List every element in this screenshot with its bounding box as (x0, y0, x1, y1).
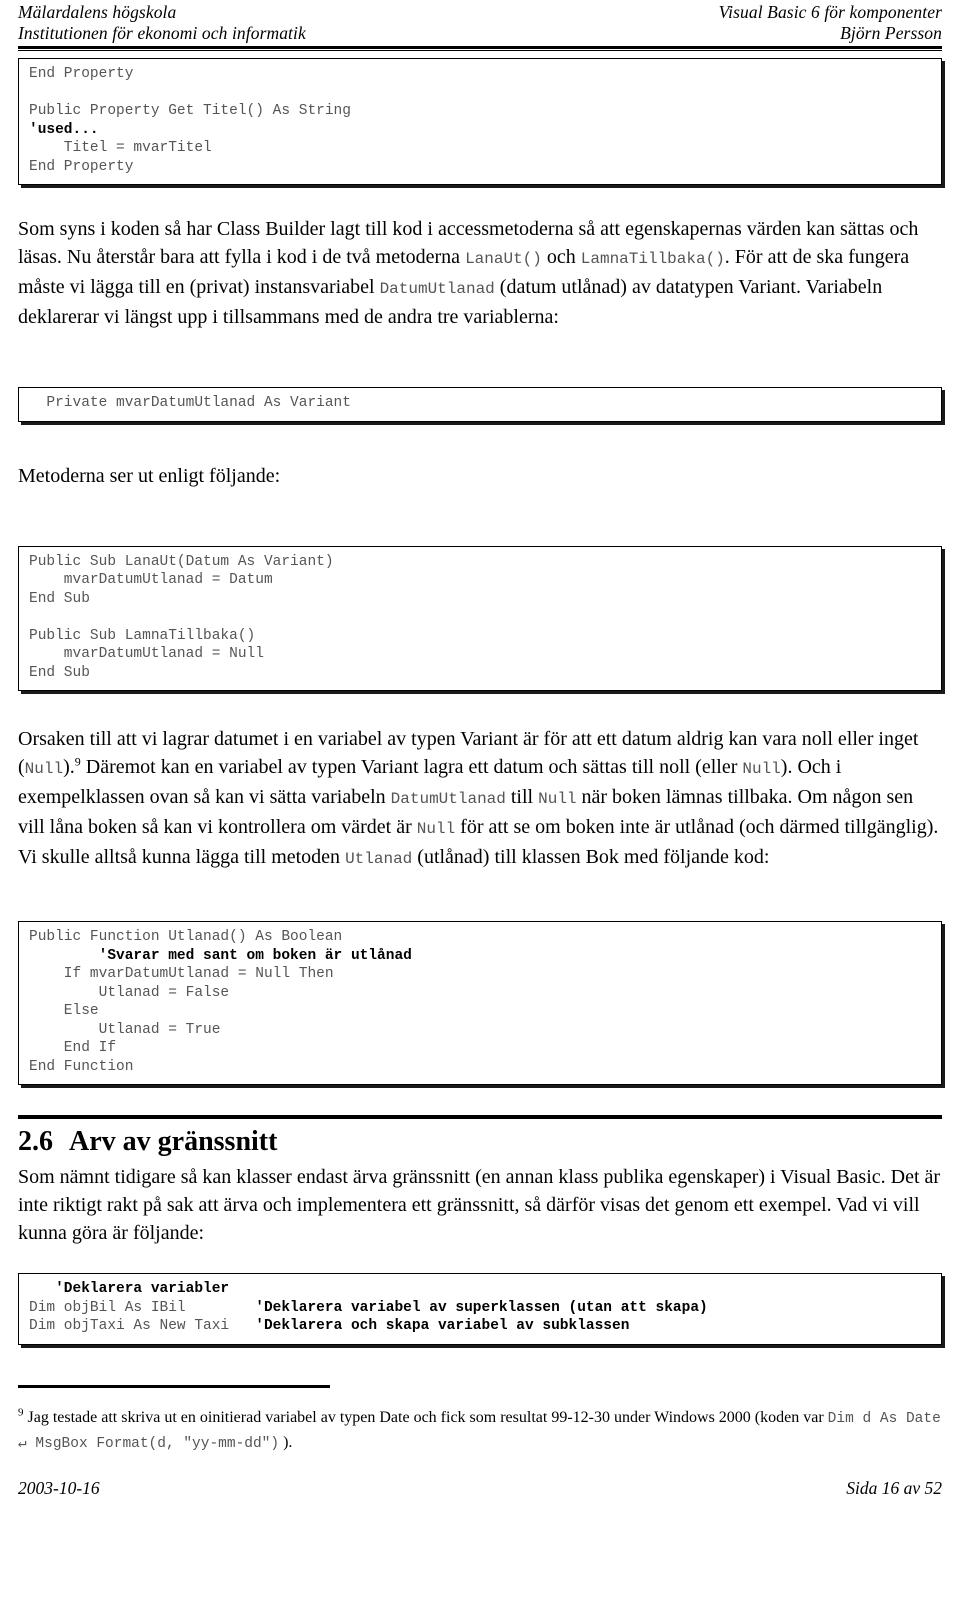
paragraph-3-part-c: Däremot kan en variabel av typen Variant… (80, 756, 743, 778)
code-block-private-variable-text: Private mvarDatumUtlanad As Variant (29, 395, 351, 411)
section-title: Arv av gränssnitt (69, 1126, 278, 1157)
paragraph-3-part-h: (utlånad) till klassen Bok med följande … (412, 846, 770, 868)
footnote-text-b: ). (279, 1433, 293, 1451)
code-block-lanaut-lamnatillbaka-text: Public Sub LanaUt(Datum As Variant) mvar… (29, 553, 334, 681)
footnote-text-a: Jag testade att skriva ut en oinitierad … (23, 1408, 828, 1426)
code-line-dim-objbil: Dim objBil As IBil (29, 1299, 256, 1316)
inline-code-null-4: Null (416, 820, 456, 838)
paragraph-class-builder: Som syns i koden så har Class Builder la… (18, 215, 942, 331)
paragraph-arv-gransnitt: Som nämnt tidigare så kan klasser endast… (18, 1166, 941, 1244)
code-block-deklarera-variabler: 'Deklarera variabler Dim objBil As IBil … (18, 1273, 942, 1345)
footer-date: 2003-10-16 (18, 1477, 100, 1498)
paragraph-metoderna: Metoderna ser ut enligt följande: (18, 464, 281, 487)
code-line-group-a: End Property Public Property Get Titel()… (29, 66, 351, 119)
footer-page-number: Sida 16 av 52 (846, 1477, 942, 1498)
inline-code-utlanad: Utlanad (345, 850, 413, 868)
page-footer: 2003-10-16 Sida 16 av 52 (18, 1478, 942, 1499)
code-block-deklarera-variabler-text: 'Deklarera variabler Dim objBil As IBil … (29, 1280, 931, 1336)
code-block-utlanad-function: Public Function Utlanad() As Boolean 'Sv… (18, 921, 942, 1085)
code-line-utlanad-signature: Public Function Utlanad() As Boolean (29, 929, 343, 945)
inline-code-null-2: Null (742, 760, 781, 778)
section-number: 2.6 (18, 1126, 53, 1157)
header-document-title: Visual Basic 6 för komponenter (718, 2, 942, 22)
code-comment-superklassen: 'Deklarera variabel av superklassen (uta… (255, 1299, 708, 1316)
paragraph-3-part-e: till (505, 786, 539, 808)
page-title: 2.6 Arv av gränssnitt (18, 1125, 942, 1159)
header-department-name: Institutionen för ekonomi och informatik (18, 23, 306, 43)
code-comment-subklassen: 'Deklarera och skapa variabel av subklas… (255, 1318, 630, 1334)
inline-code-datumutlanad-2: DatumUtlanad (390, 790, 506, 808)
code-lines-utlanad-body: If mvarDatumUtlanad = Null Then Utlanad … (29, 966, 334, 1075)
code-block-lanaut-lamnatillbaka: Public Sub LanaUt(Datum As Variant) mvar… (18, 545, 942, 691)
inline-code-lanaut: LanaUt() (465, 250, 542, 268)
inline-code-datumutlanad-1: DatumUtlanad (379, 280, 495, 298)
inline-code-null-1: Null (24, 760, 64, 778)
code-comment-deklarera-variabler: 'Deklarera variabler (29, 1281, 230, 1297)
code-block-private-variable: Private mvarDatumUtlanad As Variant (18, 387, 942, 422)
code-line-dim-objtaxi: Dim objTaxi As New Taxi (29, 1318, 256, 1334)
paragraph-orsaken-variant: Orsaken till att vi lagrar datumet i en … (18, 725, 942, 873)
inline-code-null-3: Null (538, 790, 577, 808)
footnote-9: 9 Jag testade att skriva ut en oinitiera… (18, 1406, 942, 1456)
code-block-utlanad-function-text: Public Function Utlanad() As Boolean 'Sv… (29, 928, 931, 1076)
section-divider (18, 1115, 942, 1119)
header-author-name: Björn Persson (840, 23, 942, 43)
header-divider (18, 46, 942, 51)
page-header: Mälardalens högskola Visual Basic 6 för … (18, 0, 942, 51)
inline-code-lamnatillbaka: LamnaTillbaka() (580, 250, 725, 268)
document-page: Mälardalens högskola Visual Basic 6 för … (0, 0, 960, 1607)
code-block-titel-property-text: End Property Public Property Get Titel()… (29, 65, 931, 176)
paragraph-1-part-b: och (541, 246, 581, 268)
code-comment-used: 'used... (29, 121, 99, 138)
paragraph-3-part-b: ). (63, 756, 75, 778)
header-line-1: Mälardalens högskola Visual Basic 6 för … (18, 2, 942, 23)
code-line-group-b: Titel = mvarTitel End Property (29, 140, 212, 175)
header-institution-name: Mälardalens högskola (18, 2, 177, 22)
code-block-titel-property: End Property Public Property Get Titel()… (18, 58, 942, 185)
code-comment-svarar-med-sant: 'Svarar med sant om boken är utlånad (29, 947, 412, 964)
header-line-2: Institutionen för ekonomi och informatik… (18, 23, 942, 44)
